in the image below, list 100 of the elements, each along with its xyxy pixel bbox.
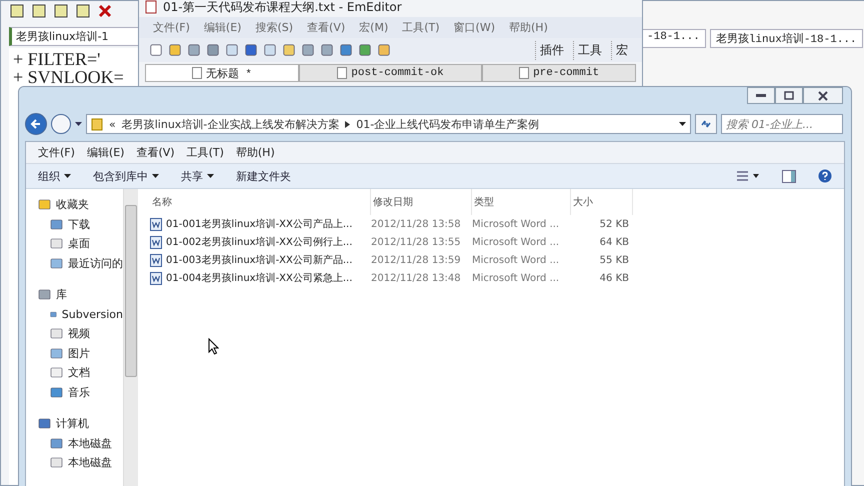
maximize-button[interactable]: [775, 87, 803, 104]
close-button[interactable]: [803, 87, 843, 104]
menu-item[interactable]: 编辑(E): [204, 20, 242, 35]
navigation-item[interactable]: 文档: [26, 363, 123, 382]
menu-item[interactable]: 工具(T): [186, 145, 224, 160]
window-title: 01-第一天代码发布课程大纲.txt - EmEditor: [163, 0, 402, 16]
toolbar-icon[interactable]: [187, 43, 201, 57]
menu-item[interactable]: 查看(V): [307, 20, 346, 35]
dropdown-icon: [152, 174, 159, 178]
search-field[interactable]: 搜索 01-企业上...: [721, 114, 843, 134]
date-cell-text: 2012/11/28 13:59: [371, 254, 462, 268]
dropdown-icon[interactable]: [75, 122, 82, 126]
menu-item[interactable]: 文件(F): [153, 20, 190, 35]
toolbar-icon[interactable]: [358, 43, 372, 57]
refresh-button[interactable]: [695, 114, 717, 134]
file-name[interactable]: 01-002老男孩linux培训-XX公司例行上...: [150, 233, 371, 251]
document-icon: [519, 67, 530, 79]
preview-pane-icon[interactable]: [782, 170, 796, 182]
maximize-icon: [784, 91, 794, 100]
navigation-item[interactable]: 桌面: [26, 234, 123, 254]
toolbar-icon[interactable]: [320, 43, 334, 57]
view-options-icon[interactable]: [736, 170, 760, 182]
date-cell-text: 2012/11/28 13:55: [371, 236, 462, 250]
column-header[interactable]: 名称: [150, 189, 371, 215]
refresh-icon: [700, 119, 712, 129]
file-name[interactable]: 01-001老男孩linux培训-XX公司产品上...: [150, 215, 371, 233]
toolbar-group-label[interactable]: 工具: [573, 40, 606, 60]
toolbar-icon[interactable]: [75, 3, 91, 19]
editor-icon: [145, 0, 157, 14]
column-header[interactable]: 类型: [472, 189, 571, 215]
toolbar-group-label[interactable]: 宏: [611, 40, 632, 60]
toolbar-icon[interactable]: [53, 3, 69, 19]
word-document-icon: [150, 272, 162, 284]
column-header[interactable]: 大小: [571, 189, 633, 215]
toolbar-icon[interactable]: [206, 43, 220, 57]
document-tab[interactable]: 无标题 *: [145, 64, 299, 82]
menu-item[interactable]: 查看(V): [136, 145, 175, 160]
toolbar-icon[interactable]: [263, 43, 277, 57]
toolbar-icon[interactable]: [31, 3, 47, 19]
back-button[interactable]: [25, 113, 47, 135]
navigation-group[interactable]: 收藏夹: [26, 195, 123, 214]
scrollbar[interactable]: [123, 189, 138, 486]
close-icon: [818, 90, 828, 100]
document-tab[interactable]: post-commit-ok: [298, 64, 482, 82]
back-arrow-icon: [30, 118, 42, 130]
command-button[interactable]: 组织: [38, 168, 71, 184]
forward-button[interactable]: [51, 114, 71, 134]
navigation-item[interactable]: 最近访问的: [26, 254, 123, 273]
navigation-group[interactable]: 计算机: [26, 414, 123, 434]
toolbar-icon[interactable]: [225, 43, 239, 57]
close-icon[interactable]: [97, 3, 113, 19]
command-button[interactable]: 新建文件夹: [236, 168, 291, 184]
group-icon: [38, 288, 51, 302]
navigation-item[interactable]: 视频: [26, 324, 123, 344]
type-cell-text: Microsoft Word ...: [472, 218, 560, 232]
address-bar[interactable]: « 老男孩linux培训-企业实战上线发布解决方案 01-企业上线代码发布申请单生产案例: [86, 114, 691, 134]
help-icon[interactable]: [818, 169, 832, 183]
toolbar-group-label[interactable]: 插件: [535, 40, 568, 60]
menu-item[interactable]: 编辑(E): [86, 145, 124, 160]
navigation-group[interactable]: 库: [26, 285, 123, 304]
command-button[interactable]: 共享: [181, 168, 214, 184]
toolbar-icon[interactable]: [282, 43, 296, 57]
menu-item[interactable]: 宏(M): [359, 20, 388, 35]
file-name[interactable]: 01-003老男孩linux培训-XX公司新产品...: [150, 251, 371, 269]
menu-item[interactable]: 帮助(H): [509, 20, 548, 35]
minimize-button[interactable]: [747, 87, 775, 104]
dropdown-icon: [64, 174, 71, 178]
toolbar-icon[interactable]: [168, 43, 182, 57]
minimize-icon: [756, 94, 766, 98]
document-tab[interactable]: pre-commit: [482, 64, 636, 82]
document-icon: [192, 67, 202, 79]
file-name[interactable]: 01-004老男孩linux培训-XX公司紧急上...: [150, 269, 371, 287]
chevron-icon[interactable]: [345, 120, 350, 128]
toolbar-icon[interactable]: [244, 43, 258, 57]
navigation-item[interactable]: 本地磁盘: [26, 434, 123, 453]
menu-item[interactable]: 帮助(H): [236, 145, 275, 160]
menu-item[interactable]: 搜索(S): [255, 20, 294, 35]
word-document-icon: [150, 236, 162, 248]
navigation-item[interactable]: 本地磁盘: [26, 453, 123, 472]
toolbar-icon[interactable]: [9, 3, 25, 19]
navigation-item[interactable]: Subversion: [26, 304, 123, 324]
group-icon: [38, 417, 51, 430]
menu-item[interactable]: 工具(T): [402, 20, 440, 35]
column-header[interactable]: 修改日期: [371, 189, 472, 215]
overflow-chevron[interactable]: «: [109, 118, 116, 130]
toolbar-icon[interactable]: [149, 43, 163, 57]
mouse-pointer-icon: [208, 338, 219, 355]
menu-item[interactable]: 窗口(W): [454, 20, 496, 35]
dropdown-icon[interactable]: [679, 122, 686, 126]
document-tab[interactable]: -18-1...: [641, 29, 706, 48]
document-tab[interactable]: 老男孩linux培训-18-1...: [710, 29, 863, 48]
toolbar-icon[interactable]: [301, 43, 315, 57]
toolbar-icon[interactable]: [339, 43, 353, 57]
navigation-item[interactable]: 音乐: [26, 382, 123, 402]
document-tab[interactable]: 老男孩linux培训-1: [9, 27, 139, 46]
menu-item[interactable]: 文件(F): [38, 145, 75, 160]
navigation-item[interactable]: 下载: [26, 214, 123, 234]
toolbar-icon[interactable]: [377, 43, 391, 57]
breadcrumb[interactable]: 01-企业上线代码发布申请单生产案例: [356, 116, 540, 132]
navigation-item[interactable]: 图片: [26, 344, 123, 363]
